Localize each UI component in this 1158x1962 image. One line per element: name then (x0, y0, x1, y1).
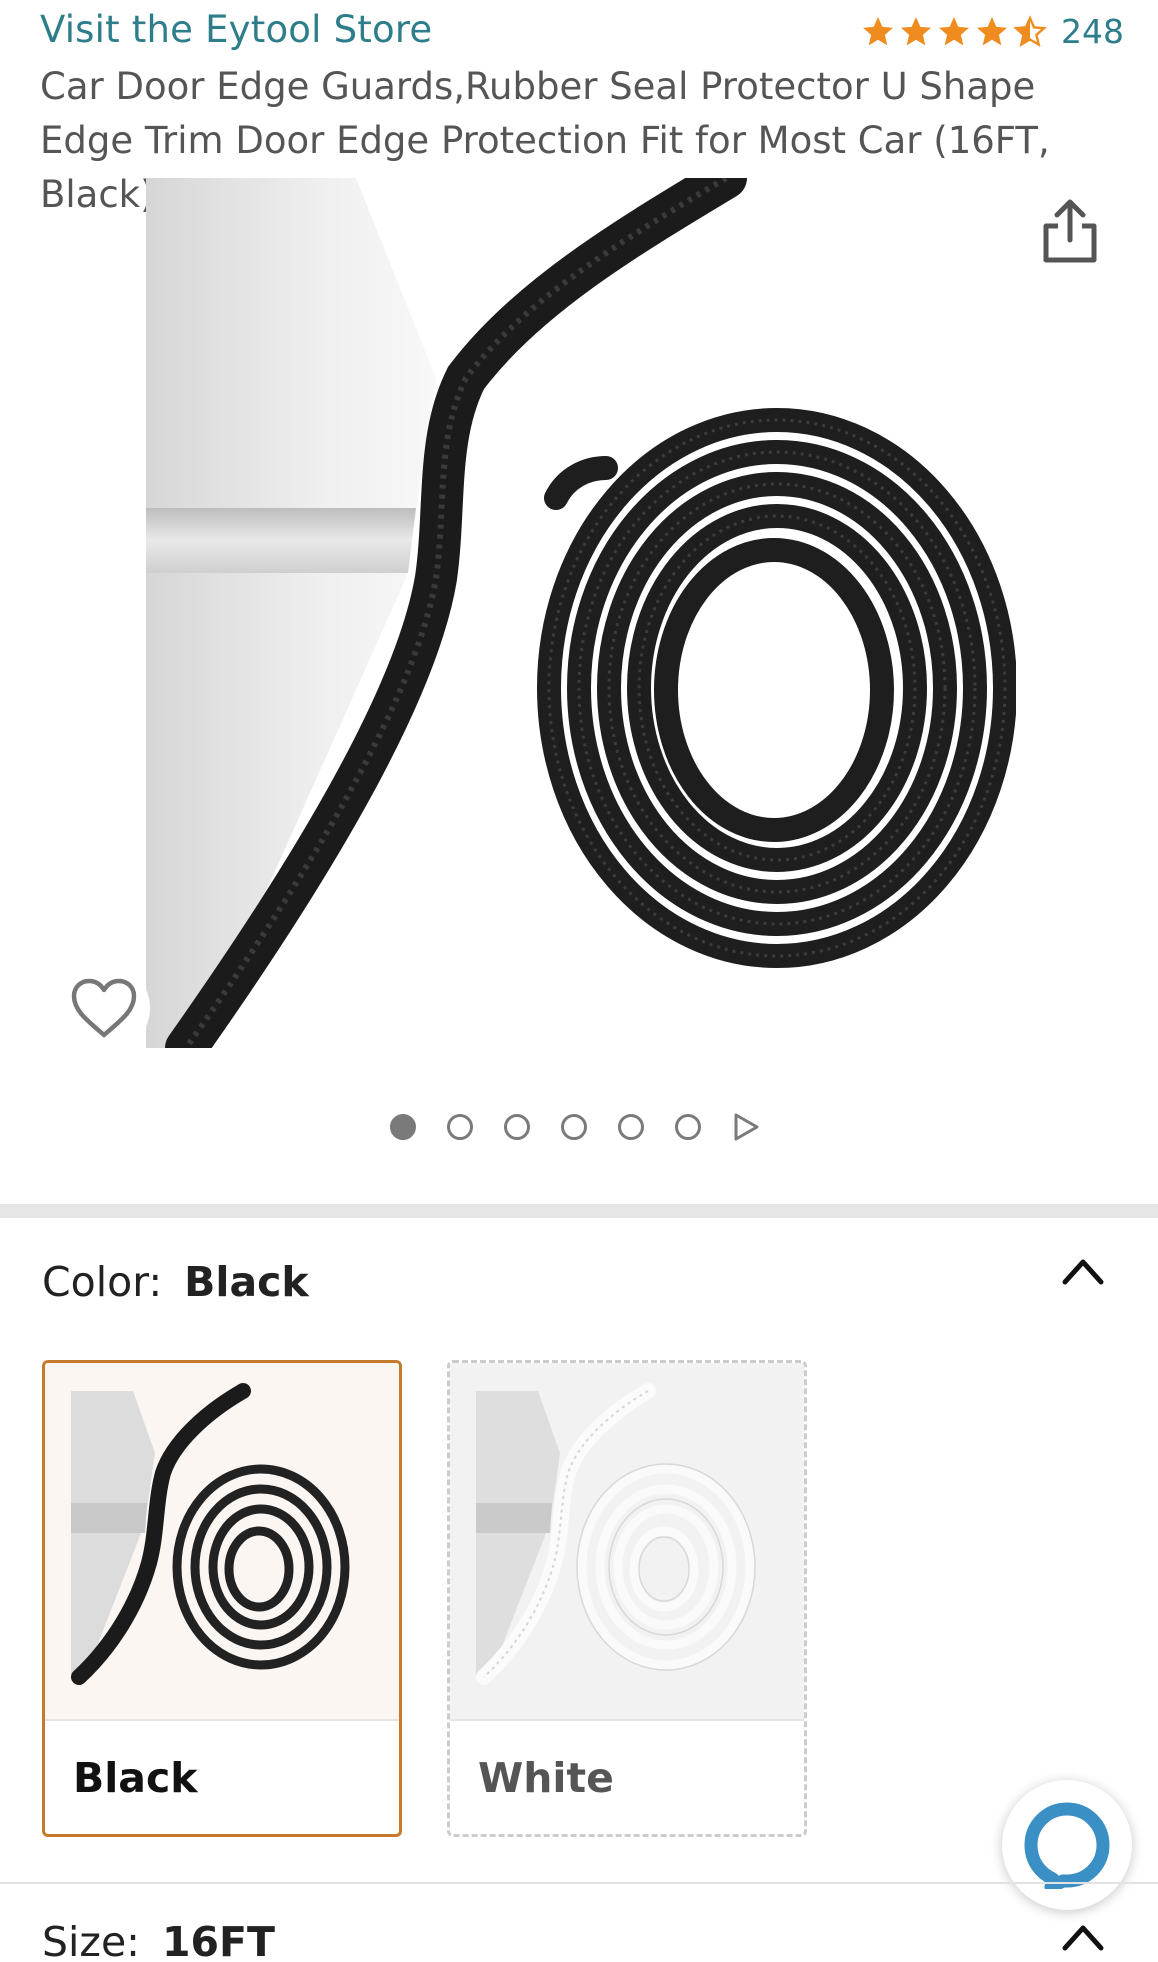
color-option-label: Black (45, 1719, 399, 1834)
star-icon (863, 16, 893, 45)
carousel-dot[interactable] (390, 1114, 416, 1140)
color-option-label: White (450, 1719, 804, 1834)
wishlist-button[interactable] (58, 962, 150, 1054)
store-link[interactable]: Visit the Eytool Store (40, 8, 432, 51)
chat-button[interactable] (1002, 1780, 1132, 1910)
star-rating (859, 14, 1049, 50)
share-button[interactable] (1040, 196, 1100, 266)
selected-size: 16FT (161, 1918, 276, 1962)
color-thumbnail (45, 1363, 399, 1719)
selected-color: Black (184, 1258, 309, 1306)
color-label: Color: (42, 1258, 163, 1306)
share-icon (1043, 199, 1097, 263)
carousel-dot[interactable] (447, 1114, 473, 1140)
color-option-black[interactable]: Black (42, 1360, 402, 1837)
color-selector-heading: Color: Black (42, 1258, 309, 1306)
star-icon (901, 16, 931, 45)
size-label: Size: (42, 1918, 140, 1962)
chevron-up-icon[interactable] (1060, 1920, 1106, 1954)
carousel-dot[interactable] (504, 1114, 530, 1140)
chat-bubble-icon (1024, 1802, 1110, 1889)
half-star-icon (1013, 14, 1047, 47)
star-icon (977, 16, 1007, 45)
rating-count: 248 (1061, 12, 1124, 51)
product-image[interactable] (146, 178, 1016, 1048)
rating[interactable]: 248 (859, 12, 1124, 51)
carousel-dot[interactable] (675, 1114, 701, 1140)
product-page: Visit the Eytool Store 248 Car Door Edge… (0, 0, 1158, 1962)
carousel-dot[interactable] (618, 1114, 644, 1140)
color-option-white[interactable]: White (447, 1360, 807, 1837)
section-divider (0, 1882, 1158, 1884)
play-triangle-icon[interactable] (732, 1112, 760, 1142)
chevron-up-icon[interactable] (1060, 1254, 1106, 1288)
color-thumbnail (450, 1363, 804, 1719)
size-selector-heading: Size: 16FT (42, 1918, 275, 1962)
carousel-dot[interactable] (561, 1114, 587, 1140)
star-icon (939, 16, 969, 45)
image-carousel-indicators (390, 1112, 760, 1142)
section-divider (0, 1204, 1158, 1218)
heart-icon (71, 978, 137, 1038)
